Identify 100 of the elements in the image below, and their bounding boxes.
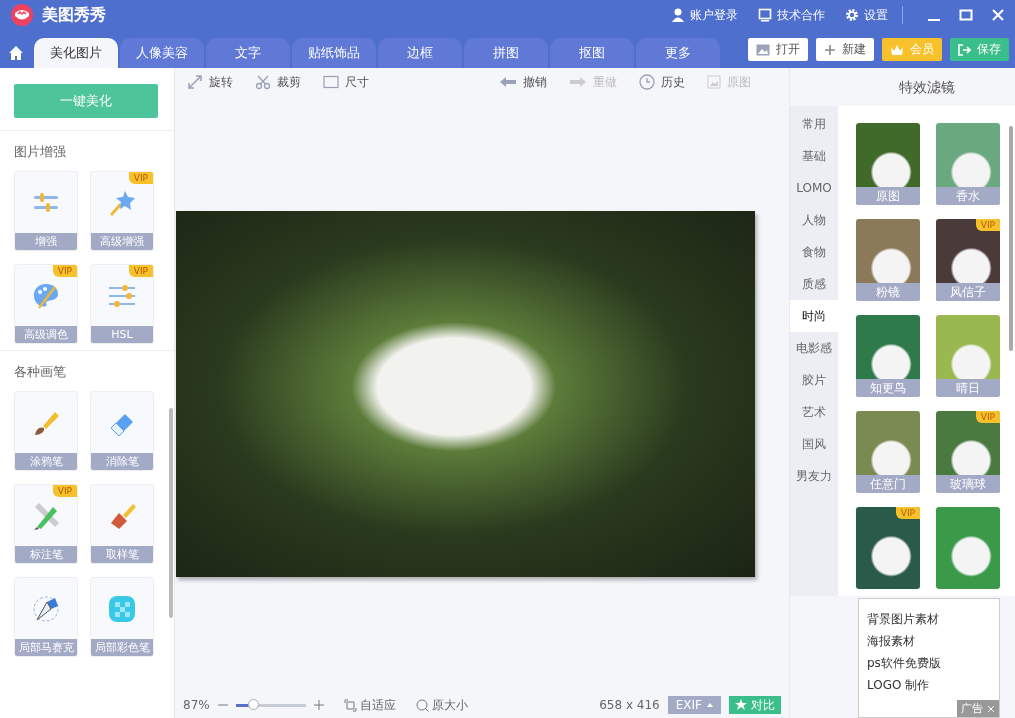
plus-icon[interactable]: [313, 700, 324, 710]
tool-tile[interactable]: 消除笔: [90, 391, 154, 471]
tool-tile[interactable]: VIP 标注笔: [14, 484, 78, 564]
filter-thumbnail[interactable]: VIP 玻璃球: [936, 411, 1000, 493]
tab[interactable]: 更多: [636, 38, 720, 68]
resize-arrow-icon: [187, 74, 203, 90]
monitor-icon: [758, 8, 772, 22]
tool-tile[interactable]: 局部马赛克: [14, 577, 78, 657]
close-icon[interactable]: [987, 704, 995, 713]
tab[interactable]: 贴纸饰品: [292, 38, 376, 68]
filter-thumbnail[interactable]: 任意门: [856, 411, 920, 493]
ad-link[interactable]: LOGO 制作: [867, 677, 999, 694]
scrollbar[interactable]: [169, 408, 173, 618]
title-link[interactable]: 设置: [845, 6, 888, 24]
vip-badge: VIP: [895, 507, 920, 519]
action-button[interactable]: 保存: [950, 38, 1009, 61]
filter-label: 原图: [856, 187, 920, 205]
tool-label: 局部马赛克: [15, 639, 77, 656]
tool-tile[interactable]: VIP HSL: [90, 264, 154, 344]
toolbar-button[interactable]: 历史: [639, 73, 685, 91]
plus-icon: [824, 43, 836, 56]
title-link[interactable]: 账户登录: [671, 6, 738, 24]
export-icon: [958, 43, 971, 56]
vip-badge: VIP: [128, 265, 153, 277]
tab[interactable]: 人像美容: [120, 38, 204, 68]
filter-label: 晴日: [936, 379, 1000, 397]
tool-tile[interactable]: VIP 高级增强: [90, 171, 154, 251]
filter-label: 任意门: [856, 475, 920, 493]
vip-badge: VIP: [975, 411, 1000, 423]
filter-thumbnail[interactable]: 香水: [936, 123, 1000, 205]
zoom-percent: 87%: [183, 698, 210, 712]
tool-tile[interactable]: 局部彩色笔: [90, 577, 154, 657]
tool-label: 增强: [15, 233, 77, 250]
frame-icon: [323, 75, 339, 89]
toolbar-button[interactable]: 撤销: [499, 73, 547, 91]
vip-badge: VIP: [128, 172, 153, 184]
tool-label: HSL: [91, 326, 153, 343]
vip-badge: VIP: [52, 265, 77, 277]
image-icon: [707, 75, 721, 89]
filter-label: 知更鸟: [856, 379, 920, 397]
ad-label: 广告: [961, 701, 983, 716]
vip-badge: VIP: [52, 485, 77, 497]
filter-thumbnail[interactable]: [936, 507, 1000, 589]
filter-label: 香水: [936, 187, 1000, 205]
ad-link[interactable]: 海报素材: [867, 633, 999, 650]
right-arrow-icon: [569, 76, 587, 88]
tool-tile[interactable]: VIP 高级调色: [14, 264, 78, 344]
tool-label: 高级调色: [15, 326, 77, 343]
app-title: 美图秀秀: [42, 4, 106, 26]
filter-thumbnail[interactable]: 晴日: [936, 315, 1000, 397]
home-icon: [8, 45, 24, 61]
filter-thumbnail[interactable]: VIP 风信子: [936, 219, 1000, 301]
tab[interactable]: 边框: [378, 38, 462, 68]
caret-icon: [707, 703, 713, 707]
exif-button[interactable]: EXIF: [667, 696, 721, 714]
fit-frame-icon: [343, 698, 357, 712]
tab[interactable]: 美化图片: [34, 38, 118, 68]
crown-icon: [890, 43, 904, 56]
tab[interactable]: 抠图: [550, 38, 634, 68]
close-icon[interactable]: [991, 8, 1005, 22]
app-logo-icon: [10, 3, 34, 27]
ad-link[interactable]: ps软件免费版: [867, 655, 999, 672]
tool-label: 消除笔: [91, 453, 153, 470]
star-icon: [735, 699, 747, 711]
checkerboard-icon: [107, 593, 137, 624]
toolbar-button[interactable]: 裁剪: [255, 73, 301, 91]
tool-label: 标注笔: [15, 546, 77, 563]
filter-thumbnail[interactable]: VIP: [856, 507, 920, 589]
tab[interactable]: 拼图: [464, 38, 548, 68]
zoom-icon: [415, 698, 429, 712]
tool-tile[interactable]: 取样笔: [90, 484, 154, 564]
filter-category[interactable]: 时尚: [790, 300, 838, 332]
maximize-icon[interactable]: [959, 8, 973, 22]
actual-size-button[interactable]: 原大小: [415, 696, 468, 714]
fit-button[interactable]: 自适应: [343, 696, 396, 714]
title-link[interactable]: 技术合作: [758, 6, 825, 24]
filter-thumbnail[interactable]: 粉镜: [856, 219, 920, 301]
action-button[interactable]: 新建: [816, 38, 874, 61]
tool-label: 局部彩色笔: [91, 639, 153, 656]
user-icon: [671, 8, 685, 22]
pen-nib-icon: [31, 593, 61, 624]
filter-thumbnail[interactable]: 原图: [856, 123, 920, 205]
panel-title: 特效滤镜: [897, 78, 956, 97]
ad-link[interactable]: 背景图片素材: [867, 611, 999, 628]
tab[interactable]: 文字: [206, 38, 290, 68]
scissors-icon: [255, 74, 271, 90]
toolbar-button[interactable]: 旋转: [187, 73, 233, 91]
image-icon: [756, 43, 770, 56]
toolbar-button[interactable]: 尺寸: [323, 73, 369, 91]
scrollbar[interactable]: [1009, 126, 1013, 351]
tool-tile[interactable]: 增强: [14, 171, 78, 251]
filter-label: 风信子: [936, 283, 1000, 301]
left-arrow-icon: [499, 76, 517, 88]
settings-icon: [845, 8, 859, 22]
filter-thumbnail[interactable]: 知更鸟: [856, 315, 920, 397]
tool-label: 高级增强: [91, 233, 153, 250]
tool-tile[interactable]: 涂鸦笔: [14, 391, 78, 471]
compare-button[interactable]: 对比: [729, 696, 781, 714]
action-button[interactable]: 打开: [748, 38, 808, 61]
one-click-button[interactable]: 一键美化: [14, 84, 158, 118]
